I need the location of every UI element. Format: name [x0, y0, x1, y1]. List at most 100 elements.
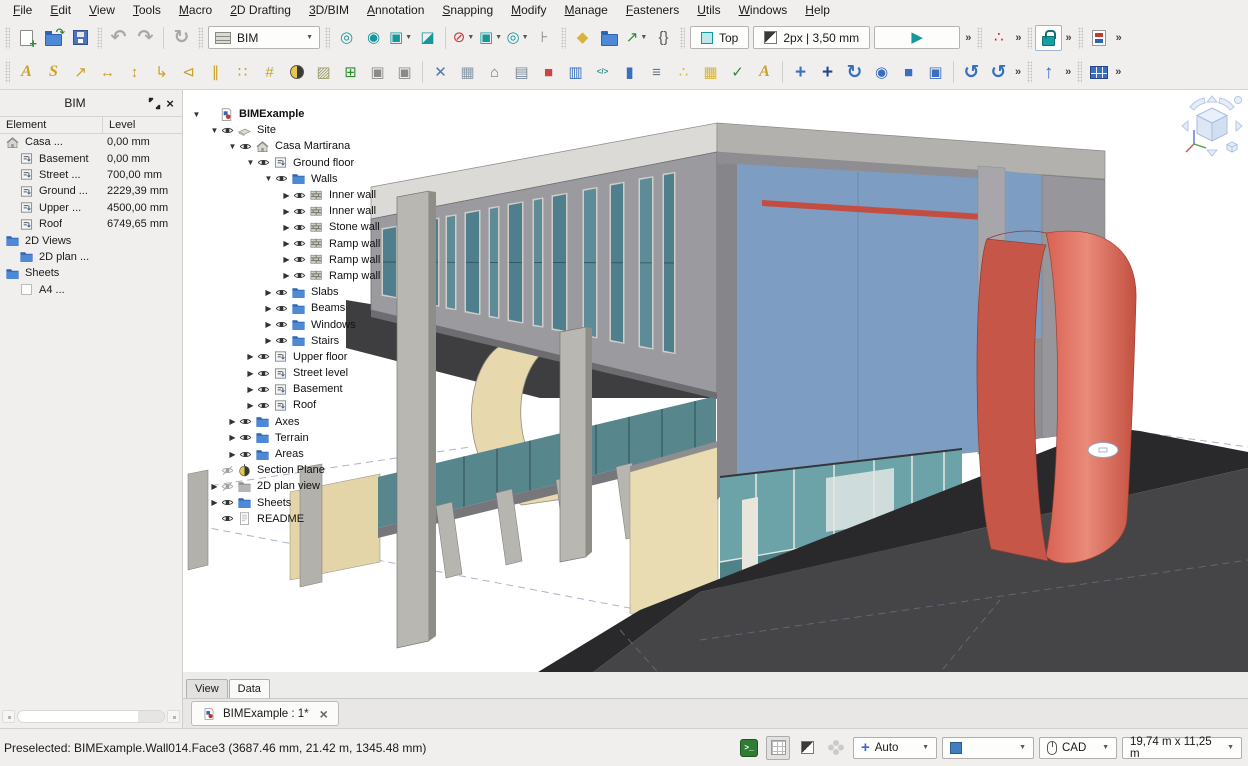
menu-3d-bim[interactable]: 3D/BIM: [300, 0, 358, 20]
toolbar-overflow-icon[interactable]: »: [1115, 66, 1121, 78]
toolbar-overflow-icon[interactable]: »: [1116, 32, 1122, 44]
eye-off-icon[interactable]: [221, 480, 237, 493]
select-mode-icon[interactable]: ◪: [414, 25, 441, 51]
eye-on-icon[interactable]: [239, 448, 255, 461]
table-row[interactable]: Street ...700,00 mm: [0, 167, 182, 183]
tree-expand-icon[interactable]: ▶: [262, 304, 275, 313]
draw-style-button[interactable]: [795, 736, 819, 760]
render-doc-icon[interactable]: [1086, 25, 1113, 51]
toolbar-overflow-icon[interactable]: »: [1065, 66, 1071, 78]
eye-on-icon[interactable]: [293, 253, 309, 266]
tree-item-slabs[interactable]: ▶Slabs: [190, 284, 380, 300]
tree-expand-icon[interactable]: ▶: [244, 369, 257, 378]
menu-edit[interactable]: Edit: [41, 0, 80, 20]
tab-close-icon[interactable]: ×: [320, 707, 328, 721]
navigation-cube[interactable]: [1180, 94, 1244, 158]
move-copy-icon[interactable]: +: [814, 59, 841, 85]
window-tiles-icon[interactable]: [1085, 59, 1112, 85]
bounding-box-icon[interactable]: ▣: [922, 59, 949, 85]
eye-off-icon[interactable]: [221, 464, 237, 477]
eye-on-icon[interactable]: [275, 286, 291, 299]
axis-icon[interactable]: ∥: [202, 59, 229, 85]
building-icon[interactable]: ▤: [508, 59, 535, 85]
tree-expand-icon[interactable]: ▶: [244, 352, 257, 361]
column-header-element[interactable]: Element: [0, 117, 103, 133]
material-box-icon[interactable]: ■: [535, 59, 562, 85]
eye-on-icon[interactable]: [275, 318, 291, 331]
eye-on-icon[interactable]: [257, 367, 273, 380]
eye-on-icon[interactable]: [257, 156, 273, 169]
tree-expand-icon[interactable]: ▶: [280, 271, 293, 280]
panel-float-icon[interactable]: [146, 95, 162, 111]
tree-expand-icon[interactable]: ▶: [280, 191, 293, 200]
view-2d-icon[interactable]: ▣: [364, 59, 391, 85]
navigation-style-dropdown[interactable]: CAD ▼: [1039, 737, 1117, 759]
spreadsheet-icon[interactable]: ▦: [697, 59, 724, 85]
offset-2d-icon[interactable]: ↺: [985, 59, 1012, 85]
tree-item-stairs[interactable]: ▶Stairs: [190, 333, 380, 349]
table-row[interactable]: Roof6749,65 mm: [0, 216, 182, 232]
redo-icon[interactable]: ↷: [132, 25, 159, 51]
tree-item-roof[interactable]: ▶Roof: [190, 397, 380, 413]
export-icon[interactable]: ↗▼: [623, 25, 650, 51]
tree-item-ground-floor[interactable]: ▼Ground floor: [190, 155, 380, 171]
tree-item-readme[interactable]: README: [190, 511, 380, 527]
offset-icon[interactable]: ↺: [958, 59, 985, 85]
eye-on-icon[interactable]: [275, 172, 291, 185]
scrollbar-thumb[interactable]: [138, 710, 164, 723]
group-folder-icon[interactable]: [596, 25, 623, 51]
eye-on-icon[interactable]: [239, 140, 255, 153]
console-button[interactable]: [737, 736, 761, 760]
tree-expand-icon[interactable]: ▼: [244, 158, 257, 167]
isometric-view-icon[interactable]: ▣▼: [387, 25, 414, 51]
orbit-icon[interactable]: ◉: [868, 59, 895, 85]
tree-expand-icon[interactable]: ▶: [226, 433, 239, 442]
menu-utils[interactable]: Utils: [688, 0, 729, 20]
tree-expand-icon[interactable]: ▶: [244, 385, 257, 394]
tree-item-basement[interactable]: ▶Basement: [190, 381, 380, 397]
tree-item-ramp-wall[interactable]: ▶Ramp wall: [190, 268, 380, 284]
label-icon[interactable]: ⊲: [175, 59, 202, 85]
shapestring-icon[interactable]: S: [40, 59, 67, 85]
eye-on-icon[interactable]: [293, 189, 309, 202]
tree-expand-icon[interactable]: ▶: [262, 288, 275, 297]
zoom-tools-icon[interactable]: ◎▼: [504, 25, 531, 51]
undo-icon[interactable]: ↶: [105, 25, 132, 51]
tree-item-areas[interactable]: ▶Areas: [190, 446, 380, 462]
tree-expand-icon[interactable]: ▼: [190, 110, 203, 119]
view-top-button[interactable]: Top: [690, 26, 749, 49]
sketch-icon[interactable]: ▦: [454, 59, 481, 85]
tree-item-terrain[interactable]: ▶Terrain: [190, 430, 380, 446]
check-document-icon[interactable]: ✓: [724, 59, 751, 85]
part-icon[interactable]: ◆: [569, 25, 596, 51]
tree-expand-icon[interactable]: ▶: [244, 401, 257, 410]
eye-on-icon[interactable]: [257, 383, 273, 396]
section-plane-icon[interactable]: [283, 59, 310, 85]
ifc-code-icon[interactable]: </>: [589, 59, 616, 85]
table-row[interactable]: 2D plan ...: [0, 249, 182, 265]
leader-icon[interactable]: ↳: [148, 59, 175, 85]
eye-on-icon[interactable]: [293, 237, 309, 250]
eye-on-icon[interactable]: [221, 512, 237, 525]
menu-modify[interactable]: Modify: [502, 0, 555, 20]
save-icon[interactable]: [67, 25, 94, 51]
constraint-nodes-icon[interactable]: ∴: [985, 25, 1012, 51]
tree-item-axes[interactable]: ▶Axes: [190, 414, 380, 430]
eye-on-icon[interactable]: [275, 302, 291, 315]
tree-expand-icon[interactable]: ▶: [208, 498, 221, 507]
tree-item-inner-wall[interactable]: ▶Inner wall: [190, 187, 380, 203]
dimension-horizontal-icon[interactable]: ↔: [94, 59, 121, 85]
tree-expand-icon[interactable]: ▶: [280, 223, 293, 232]
menu-macro[interactable]: Macro: [170, 0, 221, 20]
menu-snapping[interactable]: Snapping: [433, 0, 502, 20]
text-icon[interactable]: A: [13, 59, 40, 85]
tree-expand-icon[interactable]: ▶: [280, 239, 293, 248]
layers-icon[interactable]: ≡: [643, 59, 670, 85]
eye-on-icon[interactable]: [293, 269, 309, 282]
menu-windows[interactable]: Windows: [730, 0, 797, 20]
column-header-level[interactable]: Level: [103, 117, 182, 133]
line-weight-button[interactable]: 2px | 3,50 mm: [753, 26, 870, 49]
panel-close-icon[interactable]: ×: [162, 95, 178, 111]
table-row[interactable]: Casa ...0,00 mm: [0, 134, 182, 150]
hatch-icon[interactable]: ▨: [310, 59, 337, 85]
